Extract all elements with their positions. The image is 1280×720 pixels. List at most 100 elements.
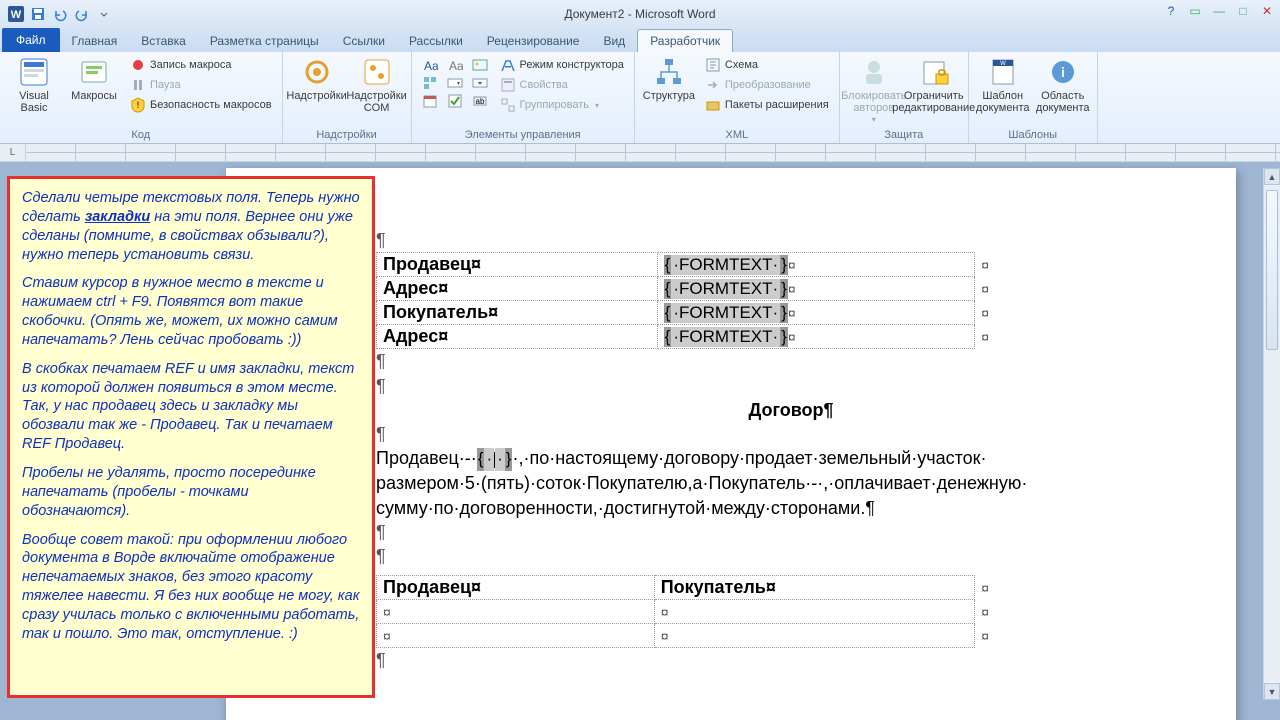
svg-text:!: !: [137, 100, 140, 110]
tab-view[interactable]: Вид: [591, 30, 637, 52]
group-code: Visual Basic Макросы Запись макроса Пауз…: [0, 52, 283, 143]
control-checkbox-icon[interactable]: [443, 92, 467, 110]
macro-security-button[interactable]: ! Безопасность макросов: [126, 96, 276, 114]
pause-label: Пауза: [150, 79, 181, 91]
form-fields-table: Продавец¤{·FORMTEXT·}¤¤ Адрес¤{·FORMTEXT…: [376, 252, 996, 349]
control-combobox-icon[interactable]: [443, 74, 467, 92]
window-title: Документ2 - Microsoft Word: [0, 7, 1280, 21]
svg-text:W: W: [11, 9, 22, 21]
properties-button: Свойства: [496, 76, 628, 94]
sig-left-label: Продавец¤: [383, 577, 481, 597]
group-templates-label: Шаблоны: [975, 129, 1091, 143]
svg-text:W: W: [1000, 61, 1006, 67]
schema-label: Схема: [725, 59, 758, 71]
control-richtext-icon[interactable]: Aa: [418, 56, 442, 74]
scroll-up-icon[interactable]: ▲: [1264, 168, 1280, 185]
close-icon[interactable]: ✕: [1258, 3, 1276, 19]
cell-label: Адрес¤: [383, 278, 448, 298]
contract-body[interactable]: Продавец·-·{··}·,·по·настоящему·договору…: [376, 446, 1206, 520]
document-template-button[interactable]: W Шаблон документа: [975, 54, 1031, 114]
signatures-table: Продавец¤Покупатель¤¤ ¤¤¤ ¤¤¤: [376, 575, 996, 648]
table-row[interactable]: Адрес¤{·FORMTEXT·}¤¤: [377, 325, 996, 349]
document-panel-label: Область документа: [1035, 90, 1091, 114]
structure-label: Структура: [643, 90, 695, 102]
title-bar: W Документ2 - Microsoft Word ? ▭ — □ ✕: [0, 0, 1280, 28]
tab-layout[interactable]: Разметка страницы: [198, 30, 331, 52]
ribbon-minimize-icon[interactable]: ▭: [1186, 3, 1204, 19]
control-legacy-icon[interactable]: ab: [468, 92, 492, 110]
visual-basic-label: Visual Basic: [6, 90, 62, 114]
design-mode-label: Режим конструктора: [520, 59, 624, 71]
group-controls-btn-label: Группировать: [520, 99, 590, 111]
tab-selector[interactable]: L: [0, 144, 26, 161]
sig-right-label: Покупатель¤: [661, 577, 776, 597]
restrict-editing-button[interactable]: Ограничить редактирование: [906, 54, 962, 114]
expansion-packs-label: Пакеты расширения: [725, 99, 829, 111]
file-tab[interactable]: Файл: [2, 28, 60, 52]
control-dropdown-icon[interactable]: [468, 74, 492, 92]
svg-text:i: i: [1061, 64, 1065, 80]
structure-button[interactable]: Структура: [641, 54, 697, 102]
horizontal-ruler[interactable]: [26, 144, 1280, 161]
group-addins: Надстройки Надстройки COM Надстройки: [283, 52, 412, 143]
table-row[interactable]: Продавец¤{·FORMTEXT·}¤¤: [377, 253, 996, 277]
document-title: Договор¶: [376, 398, 1206, 422]
maximize-icon[interactable]: □: [1234, 3, 1252, 19]
visual-basic-button[interactable]: Visual Basic: [6, 54, 62, 114]
transform-button: Преобразование: [701, 76, 833, 94]
properties-label: Свойства: [520, 79, 568, 91]
table-row[interactable]: Адрес¤{·FORMTEXT·}¤¤: [377, 277, 996, 301]
com-addins-label: Надстройки COM: [346, 90, 406, 114]
control-buildingblock-icon[interactable]: [418, 74, 442, 92]
group-xml: Структура Схема Преобразование Пакеты ра…: [635, 52, 840, 143]
record-macro-label: Запись макроса: [150, 59, 232, 71]
group-xml-label: XML: [641, 129, 833, 143]
save-icon[interactable]: [28, 4, 48, 24]
tab-mailings[interactable]: Рассылки: [397, 30, 475, 52]
cell-label: Продавец¤: [383, 254, 481, 274]
ribbon: Visual Basic Макросы Запись макроса Пауз…: [0, 52, 1280, 144]
transform-label: Преобразование: [725, 79, 811, 91]
page[interactable]: ¶ Продавец¤{·FORMTEXT·}¤¤ Адрес¤{·FORMTE…: [226, 168, 1236, 720]
table-row[interactable]: Покупатель¤{·FORMTEXT·}¤¤: [377, 301, 996, 325]
pause-button: Пауза: [126, 76, 276, 94]
tab-review[interactable]: Рецензирование: [475, 30, 592, 52]
tab-references[interactable]: Ссылки: [331, 30, 397, 52]
group-controls: Aa Aa ab Режим конструктора Свойства: [412, 52, 635, 143]
table-row[interactable]: Продавец¤Покупатель¤¤: [377, 575, 996, 599]
redo-icon[interactable]: [72, 4, 92, 24]
control-datepicker-icon[interactable]: [418, 92, 442, 110]
expansion-packs-button[interactable]: Пакеты расширения: [701, 96, 833, 114]
record-macro-button[interactable]: Запись макроса: [126, 56, 276, 74]
tab-developer[interactable]: Разработчик: [637, 29, 733, 52]
scroll-thumb[interactable]: [1266, 190, 1278, 350]
minimize-icon[interactable]: —: [1210, 3, 1228, 19]
control-plaintext-icon[interactable]: Aa: [443, 56, 467, 74]
schema-button[interactable]: Схема: [701, 56, 833, 74]
svg-text:Aa: Aa: [424, 59, 438, 73]
qat-dropdown-icon[interactable]: [94, 4, 114, 24]
control-picture-icon[interactable]: [468, 56, 492, 74]
document-panel-button[interactable]: i Область документа: [1035, 54, 1091, 114]
table-row[interactable]: ¤¤¤: [377, 623, 996, 647]
table-row[interactable]: ¤¤¤: [377, 599, 996, 623]
tab-insert[interactable]: Вставка: [129, 30, 198, 52]
ribbon-tabs: Файл Главная Вставка Разметка страницы С…: [0, 28, 1280, 52]
addins-button[interactable]: Надстройки: [289, 54, 345, 102]
undo-icon[interactable]: [50, 4, 70, 24]
restrict-editing-label: Ограничить редактирование: [892, 90, 975, 114]
group-controls-label: Элементы управления: [418, 129, 628, 143]
group-code-label: Код: [6, 129, 276, 143]
word-icon[interactable]: W: [6, 4, 26, 24]
cell-label: Адрес¤: [383, 326, 448, 346]
macros-button[interactable]: Макросы: [66, 54, 122, 102]
com-addins-button[interactable]: Надстройки COM: [349, 54, 405, 114]
design-mode-button[interactable]: Режим конструктора: [496, 56, 628, 74]
help-icon[interactable]: ?: [1162, 3, 1180, 19]
scroll-down-icon[interactable]: ▼: [1264, 683, 1280, 700]
tab-home[interactable]: Главная: [60, 30, 130, 52]
macro-security-label: Безопасность макросов: [150, 99, 272, 111]
window-controls: ? ▭ — □ ✕: [1162, 3, 1276, 19]
vertical-scrollbar[interactable]: ▲ ▼: [1263, 168, 1280, 700]
group-controls-button: Группировать▾: [496, 96, 628, 114]
